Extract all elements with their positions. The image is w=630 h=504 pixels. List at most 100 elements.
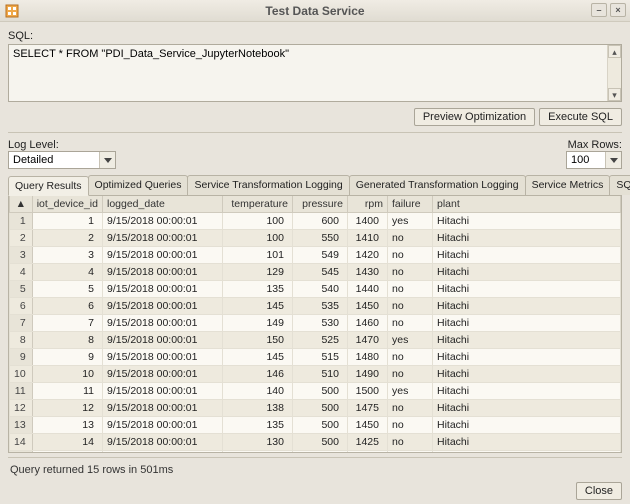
results-table[interactable]: ▲ iot_device_id logged_date temperature … [9, 196, 621, 453]
cell-rownum: 15 [10, 451, 33, 454]
cell-temperature: 100 [222, 230, 292, 247]
cell-rownum: 9 [10, 349, 33, 366]
table-row[interactable]: 339/15/2018 00:00:011015491420noHitachi [10, 247, 621, 264]
log-level-select[interactable] [8, 151, 116, 169]
cell-rpm: 1500 [347, 383, 387, 400]
col-logged-date[interactable]: logged_date [102, 196, 222, 213]
cell-rownum: 11 [10, 383, 33, 400]
cell-pressure: 500 [292, 400, 347, 417]
sql-scrollbar[interactable]: ▴ ▾ [607, 45, 621, 101]
cell-logged-date: 9/15/2018 00:00:01 [102, 400, 222, 417]
cell-temperature: 138 [222, 400, 292, 417]
cell-iot-device-id: 15 [32, 451, 102, 454]
cell-pressure: 550 [292, 230, 347, 247]
table-row[interactable]: 779/15/2018 00:00:011495301460noHitachi [10, 315, 621, 332]
tab-sql-trans-metrics[interactable]: SQL Trans Metrics [609, 175, 630, 195]
cell-rownum: 12 [10, 400, 33, 417]
cell-iot-device-id: 4 [32, 264, 102, 281]
table-row[interactable]: 999/15/2018 00:00:011455151480noHitachi [10, 349, 621, 366]
tab-generated-transformation-logging[interactable]: Generated Transformation Logging [349, 175, 526, 195]
cell-plant: Hitachi [432, 451, 620, 454]
app-icon [4, 3, 20, 19]
chevron-down-icon[interactable] [99, 152, 115, 168]
header-row: ▲ iot_device_id logged_date temperature … [10, 196, 621, 213]
cell-rpm: 1475 [347, 400, 387, 417]
table-row[interactable]: 669/15/2018 00:00:011455351450noHitachi [10, 298, 621, 315]
scroll-up-icon[interactable]: ▴ [608, 45, 621, 58]
cell-temperature: 129 [222, 264, 292, 281]
max-rows-value[interactable] [567, 152, 605, 168]
cell-iot-device-id: 6 [32, 298, 102, 315]
cell-failure: no [387, 400, 432, 417]
close-window-button[interactable]: × [610, 3, 626, 17]
cell-pressure: 500 [292, 383, 347, 400]
table-row[interactable]: 15159/15/2018 00:00:011255001400noHitach… [10, 451, 621, 454]
cell-rownum: 5 [10, 281, 33, 298]
cell-rpm: 1430 [347, 264, 387, 281]
cell-pressure: 510 [292, 366, 347, 383]
table-row[interactable]: 229/15/2018 00:00:011005501410noHitachi [10, 230, 621, 247]
cell-iot-device-id: 9 [32, 349, 102, 366]
cell-logged-date: 9/15/2018 00:00:01 [102, 383, 222, 400]
cell-logged-date: 9/15/2018 00:00:01 [102, 332, 222, 349]
cell-rownum: 10 [10, 366, 33, 383]
sql-textarea[interactable] [9, 45, 607, 101]
col-sort[interactable]: ▲ [10, 196, 33, 213]
cell-temperature: 140 [222, 383, 292, 400]
cell-pressure: 515 [292, 349, 347, 366]
chevron-down-icon[interactable] [605, 152, 621, 168]
table-row[interactable]: 889/15/2018 00:00:011505251470yesHitachi [10, 332, 621, 349]
cell-temperature: 101 [222, 247, 292, 264]
cell-iot-device-id: 3 [32, 247, 102, 264]
cell-plant: Hitachi [432, 434, 620, 451]
col-plant[interactable]: plant [432, 196, 620, 213]
cell-failure: no [387, 434, 432, 451]
cell-rpm: 1460 [347, 315, 387, 332]
cell-plant: Hitachi [432, 332, 620, 349]
table-row[interactable]: 559/15/2018 00:00:011355401440noHitachi [10, 281, 621, 298]
cell-temperature: 100 [222, 213, 292, 230]
table-row[interactable]: 13139/15/2018 00:00:011355001450noHitach… [10, 417, 621, 434]
cell-pressure: 535 [292, 298, 347, 315]
col-iot-device-id[interactable]: iot_device_id [32, 196, 102, 213]
cell-logged-date: 9/15/2018 00:00:01 [102, 417, 222, 434]
cell-logged-date: 9/15/2018 00:00:01 [102, 247, 222, 264]
table-row[interactable]: 14149/15/2018 00:00:011305001425noHitach… [10, 434, 621, 451]
table-row[interactable]: 10109/15/2018 00:00:011465101490noHitach… [10, 366, 621, 383]
tab-service-transformation-logging[interactable]: Service Transformation Logging [187, 175, 349, 195]
table-row[interactable]: 11119/15/2018 00:00:011405001500yesHitac… [10, 383, 621, 400]
preview-optimization-button[interactable]: Preview Optimization [414, 108, 535, 126]
cell-rownum: 3 [10, 247, 33, 264]
col-temperature[interactable]: temperature [222, 196, 292, 213]
cell-failure: no [387, 349, 432, 366]
cell-rpm: 1470 [347, 332, 387, 349]
table-row[interactable]: 12129/15/2018 00:00:011385001475noHitach… [10, 400, 621, 417]
log-level-value[interactable] [9, 152, 99, 168]
cell-plant: Hitachi [432, 230, 620, 247]
cell-logged-date: 9/15/2018 00:00:01 [102, 281, 222, 298]
max-rows-select[interactable] [566, 151, 622, 169]
minimize-button[interactable]: – [591, 3, 607, 17]
scroll-down-icon[interactable]: ▾ [608, 88, 621, 101]
cell-logged-date: 9/15/2018 00:00:01 [102, 213, 222, 230]
close-button[interactable]: Close [576, 482, 622, 500]
execute-sql-button[interactable]: Execute SQL [539, 108, 622, 126]
sql-label: SQL: [8, 30, 622, 42]
tab-query-results[interactable]: Query Results [8, 176, 89, 196]
col-failure[interactable]: failure [387, 196, 432, 213]
tab-service-metrics[interactable]: Service Metrics [525, 175, 611, 195]
cell-plant: Hitachi [432, 383, 620, 400]
table-row[interactable]: 449/15/2018 00:00:011295451430noHitachi [10, 264, 621, 281]
col-rpm[interactable]: rpm [347, 196, 387, 213]
cell-failure: no [387, 281, 432, 298]
cell-plant: Hitachi [432, 213, 620, 230]
tab-optimized-queries[interactable]: Optimized Queries [88, 175, 189, 195]
col-pressure[interactable]: pressure [292, 196, 347, 213]
cell-iot-device-id: 1 [32, 213, 102, 230]
cell-pressure: 500 [292, 451, 347, 454]
cell-logged-date: 9/15/2018 00:00:01 [102, 315, 222, 332]
table-row[interactable]: 119/15/2018 00:00:011006001400yesHitachi [10, 213, 621, 230]
cell-temperature: 145 [222, 298, 292, 315]
cell-iot-device-id: 12 [32, 400, 102, 417]
cell-rpm: 1420 [347, 247, 387, 264]
